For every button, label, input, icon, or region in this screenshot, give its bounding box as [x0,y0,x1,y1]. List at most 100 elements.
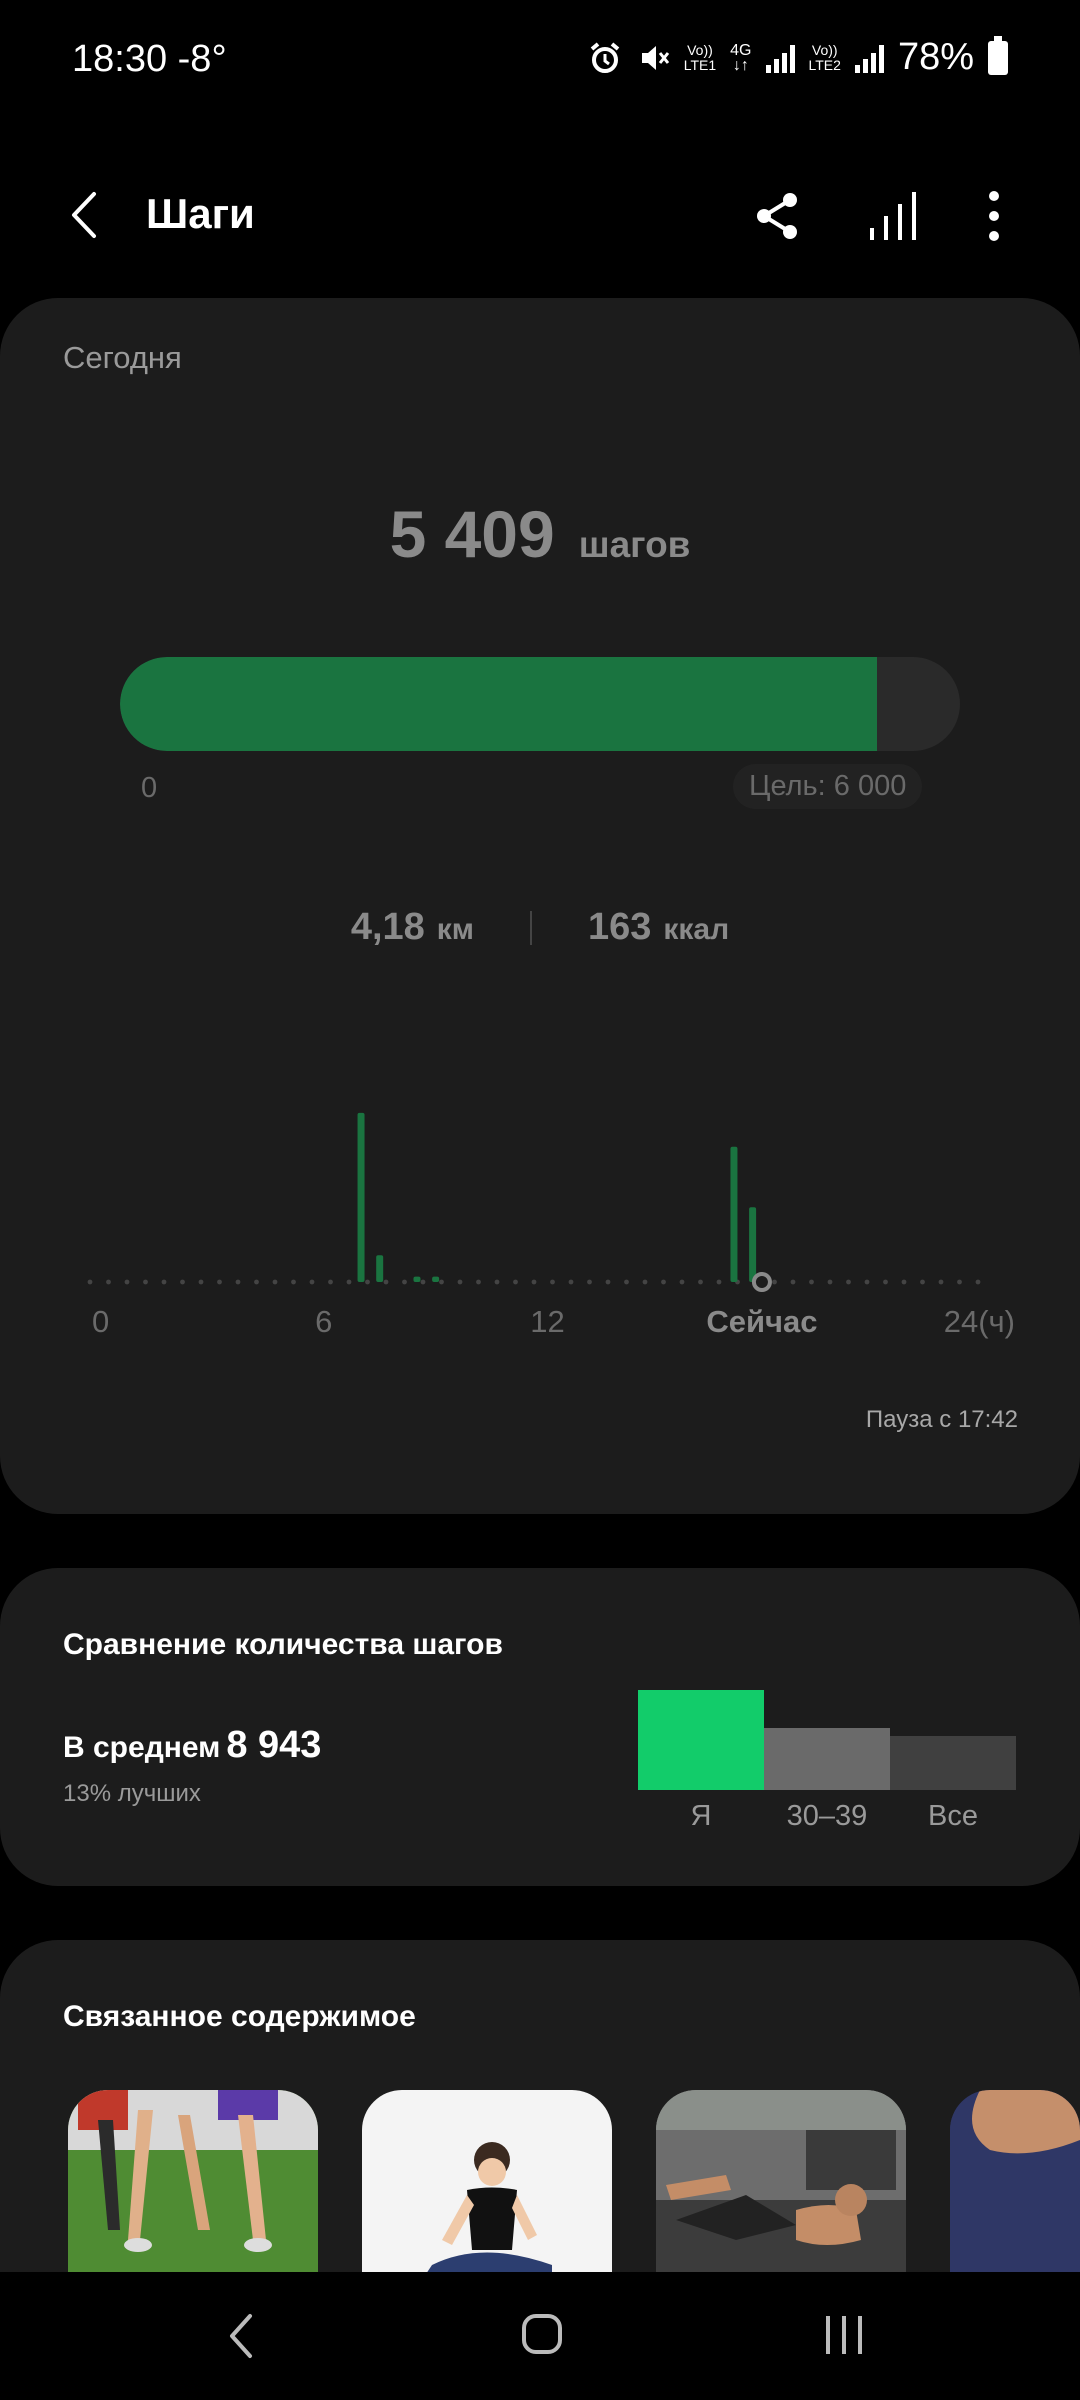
baseline-dot [624,1279,629,1285]
baseline-dot [531,1279,537,1285]
baseline-dot [439,1279,444,1285]
baseline-dot [328,1279,333,1285]
nav-home-icon[interactable] [522,2314,562,2354]
baseline-dot [568,1279,574,1285]
baseline-dot [513,1279,518,1285]
battery-icon [988,35,1008,75]
average-value: 8 943 [226,1724,322,1766]
goal-badge[interactable]: Цель: 6 000 [733,764,923,809]
today-label: Сегодня [63,340,182,375]
hour-bar [357,1112,365,1282]
baseline-dot [87,1279,93,1285]
baseline-dot [420,1279,426,1285]
navigation-bar [0,2272,1080,2400]
share-icon[interactable] [752,190,804,242]
page-title: Шаги [146,190,255,237]
signal-2-icon [854,43,884,73]
baseline-dot [790,1279,796,1285]
baseline-dot [161,1279,167,1285]
x-tick-label: 12 [530,1304,564,1339]
baseline-dot [235,1279,241,1285]
hour-bar [749,1207,757,1282]
hour-bar [413,1276,421,1282]
baseline-dot [698,1279,703,1285]
pause-text: Пауза с 17:42 [865,1406,1018,1433]
distance-unit: км [436,913,474,946]
x-tick-label: 0 [92,1304,109,1339]
steps-progress-fill [120,657,878,751]
percentile-text: 13% лучших [63,1780,201,1807]
now-tick-label: Сейчас [706,1304,817,1339]
steps-value: 5 409 [389,497,555,571]
calories-unit: ккал [663,913,730,946]
baseline-dot [957,1279,962,1285]
baseline-dot [901,1279,907,1285]
now-marker [751,1272,772,1292]
stats-icon[interactable] [866,190,920,242]
app-bar: Шаги [0,170,1080,260]
baseline-dot [661,1279,666,1285]
baseline-dot [124,1279,130,1285]
signal-1-icon [765,43,795,73]
baseline-dot [217,1279,222,1285]
baseline-dot [846,1279,851,1285]
progress-min-label: 0 [141,772,158,804]
baseline-dot [383,1279,389,1285]
status-icons: Vo)) LTE1 4G ↓↑ Vo)) LTE2 78% [588,35,1008,79]
baseline-dot [550,1279,555,1285]
average-steps: В среднем 8 943 [63,1724,321,1767]
baseline-dot [346,1279,352,1285]
more-options-icon[interactable] [976,188,1012,244]
status-bar: 18:30 -8° Vo)) LTE1 4G ↓↑ Vo)) LTE2 78% [0,0,1080,120]
baseline-dot [975,1279,981,1285]
running-thumbnail[interactable] [68,2090,318,2280]
steps-progress-bar [120,657,960,751]
steps-unit: шагов [578,524,691,565]
baseline-dot [883,1279,888,1285]
baseline-dot [642,1279,648,1285]
hour-bar [432,1276,440,1282]
hour-bar [376,1255,384,1282]
crunches-thumbnail[interactable] [656,2090,906,2280]
status-time: 18:30 -8° [72,38,227,81]
clock: 18:30 [72,38,168,80]
baseline-dot [827,1279,833,1285]
baseline-dot [180,1279,185,1285]
baseline-dot [864,1279,870,1285]
baseline-dot [587,1279,592,1285]
hour-bar [730,1146,738,1282]
comparison-bar-label: 30–39 [786,1800,868,1832]
baseline-dot [938,1279,944,1285]
hourly-steps-chart[interactable]: 0 6 12 Сейчас 24(ч) [80,1090,1020,1350]
distance-value: 4,18 [350,906,425,948]
battery-percent: 78% [897,36,974,78]
baseline-dot [198,1279,204,1285]
x-tick-label: 24(ч) [944,1304,1015,1339]
baseline-dot [679,1279,685,1285]
baseline-dot [476,1279,481,1285]
comparison-bar [890,1736,1016,1790]
baseline-dot [716,1279,722,1285]
metrics-divider [530,910,532,945]
network-type: 4G ↓↑ [730,41,752,74]
arm-thumbnail[interactable] [950,2090,1080,2280]
baseline-dot [402,1279,407,1285]
comparison-bar [764,1728,890,1790]
stretching-thumbnail[interactable] [362,2090,612,2280]
baseline-dot [254,1279,259,1285]
nav-recents-icon[interactable] [826,2316,862,2354]
baseline-dot [143,1279,148,1285]
baseline-dot [605,1279,611,1285]
baseline-dot [494,1279,500,1285]
baseline-dot [272,1279,278,1285]
metrics-row: 4,18 км 163 ккал [0,906,1080,949]
alarm-icon [590,41,619,73]
mute-icon [641,45,669,70]
nav-back-icon[interactable] [226,2312,256,2360]
steps-count: 5 409 шагов [0,496,1080,572]
related-title: Связанное содержимое [63,2000,416,2033]
comparison-bar [638,1690,764,1790]
calories-value: 163 [588,906,652,948]
baseline-dot [106,1279,111,1285]
back-icon[interactable] [64,190,110,240]
